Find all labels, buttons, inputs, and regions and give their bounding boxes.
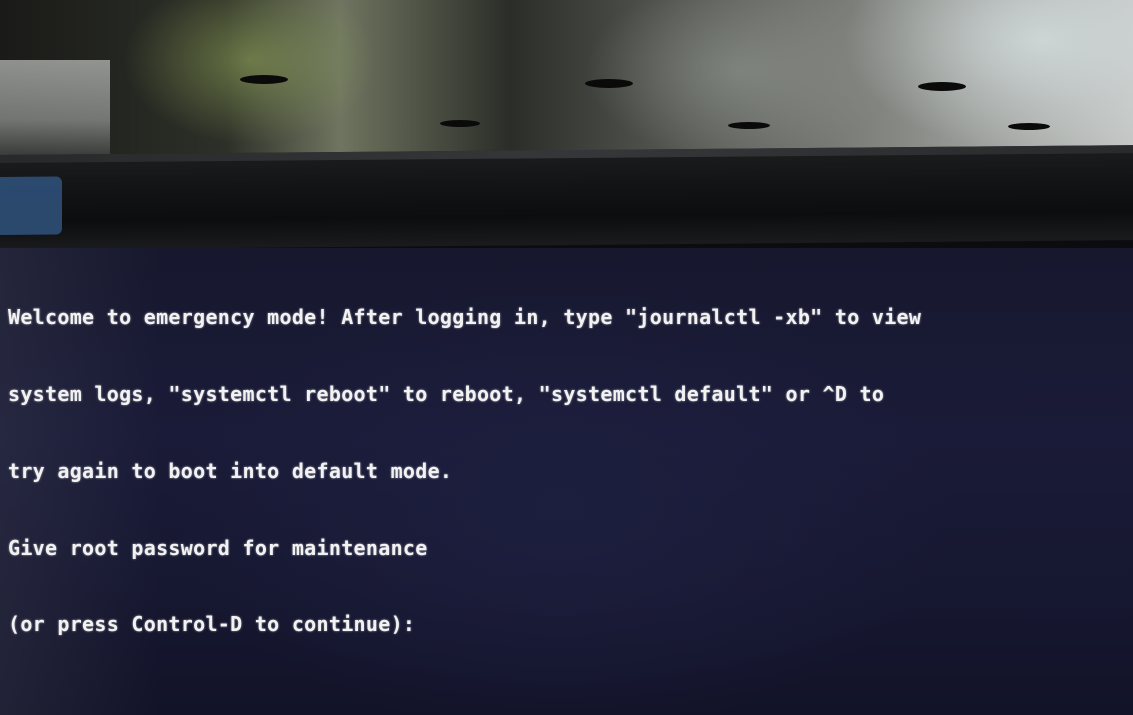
ceiling-light	[440, 120, 480, 127]
monitor-photo: Welcome to emergency mode! After logging…	[0, 0, 1133, 715]
emergency-mode-console[interactable]: Welcome to emergency mode! After logging…	[8, 254, 1128, 689]
console-line: Give root password for maintenance	[8, 535, 428, 560]
monitor-bezel	[0, 145, 1133, 250]
ceiling-light	[918, 82, 966, 91]
password-prompt[interactable]: (or press Control-D to continue):	[8, 612, 1128, 638]
ceiling-background	[0, 0, 1133, 165]
terminal-screen[interactable]: Welcome to emergency mode! After logging…	[0, 248, 1133, 715]
console-line: try again to boot into default mode.	[8, 458, 453, 483]
ceiling-light	[728, 122, 770, 129]
ceiling-light	[1008, 123, 1050, 130]
ceiling-light	[585, 79, 633, 88]
console-line: system logs, "systemctl reboot" to reboo…	[8, 381, 885, 406]
taskbar-logo-icon	[0, 176, 62, 235]
console-line: Welcome to emergency mode! After logging…	[8, 305, 922, 330]
wall-corner	[0, 60, 110, 160]
ceiling-light	[240, 75, 288, 84]
